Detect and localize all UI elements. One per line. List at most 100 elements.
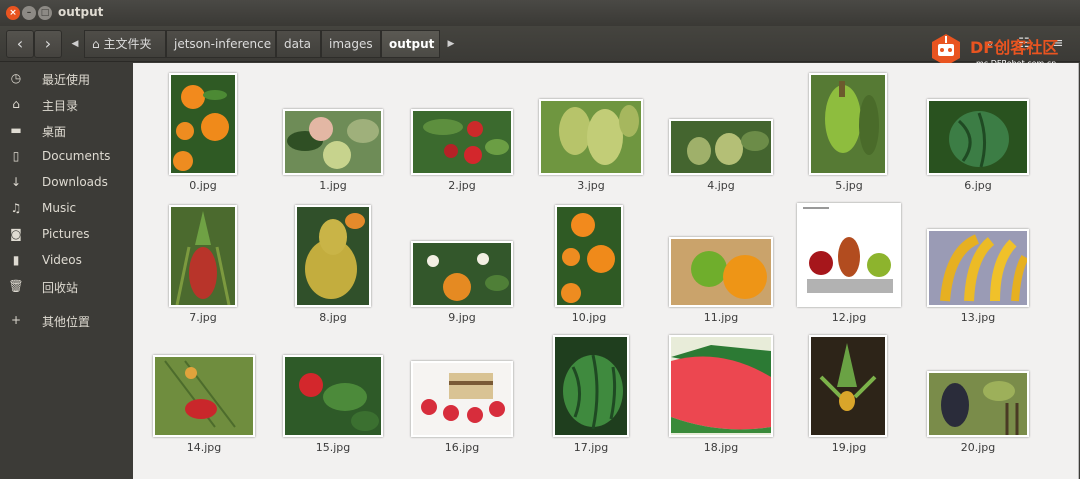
file-item[interactable]: 17.jpg [553,325,633,459]
bananas-image [929,231,1027,305]
title-bar: × – □ output [0,0,1080,26]
file-item[interactable]: 9.jpg [411,193,513,327]
oranges-image [171,75,235,173]
file-item[interactable]: 12.jpg [797,193,901,327]
file-thumbnail [669,335,773,437]
strawberry-image [285,357,381,435]
sidebar-item-label: 回收站 [42,281,79,295]
sidebar-item-other-locations[interactable]: + 其他位置 [0,309,133,333]
breadcrumb-home[interactable]: ⌂ 主文件夹 [84,30,166,58]
sidebar-item-desktop[interactable]: ▬ 桌面 [0,119,133,143]
breadcrumb-output[interactable]: output [381,30,440,58]
breadcrumb-images[interactable]: images [321,30,381,58]
clock-icon: ◷ [10,71,22,85]
pineapple-image [811,337,885,435]
cake-image [413,363,511,435]
file-name: 11.jpg [703,311,739,324]
sidebar-item-home[interactable]: ⌂ 主目录 [0,93,133,117]
sidebar-item-documents[interactable]: ▯ Documents [0,145,133,169]
file-thumbnail [283,355,383,437]
file-thumbnail [553,335,629,437]
maximize-window-button[interactable]: □ [38,6,52,20]
logo-text: DF创客社区 [970,38,1059,57]
sidebar-item-pictures[interactable]: ◙ Pictures [0,223,133,247]
sidebar-item-videos[interactable]: ▮ Videos [0,249,133,273]
file-item[interactable]: 14.jpg [153,325,255,459]
breadcrumb-data[interactable]: data [276,30,321,58]
close-window-button[interactable]: × [6,6,20,20]
plus-icon: + [10,313,22,327]
file-thumbnail [927,229,1029,307]
file-item[interactable]: 10.jpg [553,193,633,327]
file-thumbnail [669,119,773,175]
breadcrumb-scroll-right[interactable]: ▶ [442,30,460,58]
home-icon: ⌂ [12,97,20,111]
file-item[interactable]: 7.jpg [157,193,251,327]
file-thumbnail [539,99,643,175]
file-name: 12.jpg [831,311,867,324]
file-name: 15.jpg [315,441,351,454]
file-thumbnail [295,205,371,307]
watermelon-slices-image [671,337,771,435]
pear-image [297,207,369,305]
grapes-image [541,101,641,173]
music-icon: ♫ [10,201,22,215]
grapes-image [929,373,1027,435]
sidebar-item-label: 最近使用 [42,73,91,87]
file-item[interactable]: 20.jpg [927,325,1029,459]
folder-icon: ▬ [10,123,22,137]
file-name: 14.jpg [186,441,222,454]
breadcrumb-label: 主文件夹 [103,37,152,51]
file-item[interactable]: 11.jpg [669,193,773,327]
download-icon: ↓ [10,175,22,189]
minimize-window-button[interactable]: – [22,6,36,20]
trash-icon: 🗑 [8,279,24,293]
file-item[interactable]: 19.jpg [809,325,889,459]
window-title: output [58,5,104,19]
sidebar-item-label: Downloads [42,175,108,189]
apples-image [285,111,381,173]
sidebar-item-music[interactable]: ♫ Music [0,197,133,221]
file-name: 18.jpg [703,441,739,454]
pears-image [671,121,771,173]
breadcrumb-label: images [329,37,373,51]
breadcrumb-label: output [389,37,435,51]
file-thumbnail [927,99,1029,175]
file-thumbnail [411,241,513,307]
file-item[interactable]: 15.jpg [283,325,383,459]
file-name: 1.jpg [319,179,347,192]
file-name: 4.jpg [707,179,735,192]
file-item[interactable]: 8.jpg [293,193,373,327]
file-item[interactable]: 13.jpg [927,193,1029,327]
sidebar-item-recent[interactable]: ◷ 最近使用 [0,67,133,91]
file-thumbnail [283,109,383,175]
document-icon: ▯ [12,149,20,163]
sidebar-item-trash[interactable]: 🗑 回收站 [0,275,133,299]
watermelon-image [929,101,1027,173]
file-item[interactable]: 3.jpg [539,63,643,197]
file-name: 5.jpg [835,179,863,192]
back-button[interactable]: ‹ [6,30,34,58]
video-icon: ▮ [12,253,20,267]
sidebar-item-label: 桌面 [42,125,67,139]
file-name: 19.jpg [831,441,867,454]
file-item[interactable]: 6.jpg [927,63,1029,197]
file-item[interactable]: 0.jpg [157,63,251,197]
file-item[interactable]: 18.jpg [669,325,773,459]
file-item[interactable]: 5.jpg [809,63,889,197]
breadcrumb-scroll-left[interactable]: ◀ [66,30,84,58]
file-thumbnail [669,237,773,307]
sidebar-item-downloads[interactable]: ↓ Downloads [0,171,133,195]
file-thumbnail [411,361,513,437]
file-item[interactable]: 16.jpg [411,325,513,459]
pineapple-image [171,207,235,305]
forward-button[interactable]: › [34,30,62,58]
file-item[interactable]: 1.jpg [283,63,383,197]
breadcrumb-jetson-inference[interactable]: jetson-inference [166,30,276,58]
file-item[interactable]: 4.jpg [669,63,773,197]
bananas-image [811,75,885,173]
file-name: 17.jpg [573,441,609,454]
apple-orange-image [671,239,771,305]
file-name: 2.jpg [448,179,476,192]
file-item[interactable]: 2.jpg [411,63,513,197]
